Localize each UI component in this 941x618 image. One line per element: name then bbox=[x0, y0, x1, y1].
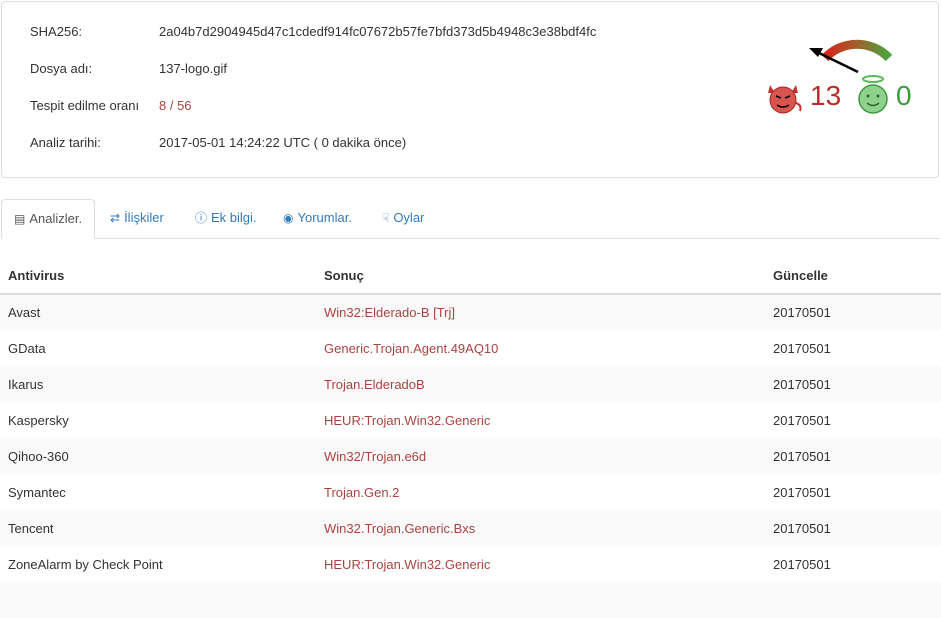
table-row: GData Generic.Trojan.Agent.49AQ10 201705… bbox=[0, 330, 941, 366]
antivirus-name: GData bbox=[8, 340, 46, 356]
table-row: Ikarus Trojan.ElderadoB 20170501 bbox=[0, 366, 941, 402]
tab-label: Analizler. bbox=[29, 211, 83, 226]
tab-analizler[interactable]: ▤ Analizler. bbox=[1, 199, 96, 239]
update-date: 20170501 bbox=[773, 556, 831, 572]
col-update: Güncelle bbox=[765, 257, 941, 295]
detection-result: Win32.Trojan.Generic.Bxs bbox=[316, 510, 765, 546]
update-date: 20170501 bbox=[773, 340, 831, 356]
analysis-date-value: 2017-05-01 14:24:22 UTC ( 0 dakika önce) bbox=[159, 135, 407, 150]
detection-result: Win32/Trojan.e6d bbox=[316, 438, 765, 474]
table-row bbox=[0, 582, 941, 618]
detection-result: HEUR:Trojan.Win32.Generic bbox=[324, 556, 491, 572]
col-antivirus: Antivirus bbox=[0, 257, 316, 295]
tab-label: Oylar bbox=[393, 210, 425, 225]
table-row: Tencent Win32.Trojan.Generic.Bxs 2017050… bbox=[0, 510, 941, 546]
filename-value: 137-logo.gif bbox=[159, 61, 227, 76]
av-results-table: Antivirus Sonuç Güncelle Avast Win32:Eld… bbox=[0, 257, 941, 618]
update-date: 20170501 bbox=[765, 438, 941, 474]
detection-rate-label: Tespit edilme oranı bbox=[30, 98, 140, 113]
update-date: 20170501 bbox=[765, 294, 941, 330]
file-info-panel: SHA256: 2a04b7d2904945d47c1cdedf914fc076… bbox=[1, 1, 939, 178]
malicious-count: 13 bbox=[810, 80, 842, 111]
table-row: Kaspersky HEUR:Trojan.Win32.Generic 2017… bbox=[0, 402, 941, 438]
filename-label: Dosya adı: bbox=[30, 61, 93, 76]
sha256-label: SHA256: bbox=[30, 24, 83, 39]
tab-label: Yorumlar. bbox=[297, 210, 352, 225]
antivirus-name: Kaspersky bbox=[8, 412, 69, 428]
tab-label: İlişkiler bbox=[124, 210, 164, 225]
thumbs-down-icon: ☟ bbox=[382, 211, 390, 225]
detection-result: HEUR:Trojan.Win32.Generic bbox=[324, 412, 491, 428]
antivirus-name: Qihoo-360 bbox=[0, 438, 316, 474]
detection-result: Generic.Trojan.Agent.49AQ10 bbox=[324, 340, 499, 356]
antivirus-name: Avast bbox=[0, 294, 316, 330]
angel-face-icon bbox=[858, 75, 888, 114]
score-gauge: 13 0 bbox=[765, 32, 915, 117]
update-date: 20170501 bbox=[773, 484, 831, 500]
update-date: 20170501 bbox=[765, 510, 941, 546]
detection-result: Trojan.ElderadoB bbox=[316, 366, 765, 402]
update-date: 20170501 bbox=[765, 366, 941, 402]
col-result: Sonuç bbox=[316, 257, 765, 295]
tab-oylar[interactable]: ☟ Oylar bbox=[382, 199, 424, 237]
antivirus-name: Tencent bbox=[0, 510, 316, 546]
analysis-tabs: ▤ Analizler. ⇄ İlişkiler ⓘ Ek bilgi. ◉ Yorum… bbox=[1, 199, 940, 239]
antivirus-name: ZoneAlarm by Check Point bbox=[8, 556, 163, 572]
update-date: 20170501 bbox=[773, 412, 831, 428]
sha256-value: 2a04b7d2904945d47c1cdedf914fc07672b57fe7… bbox=[159, 24, 597, 39]
table-row: Qihoo-360 Win32/Trojan.e6d 20170501 bbox=[0, 438, 941, 474]
table-header-row: Antivirus Sonuç Güncelle bbox=[0, 257, 941, 295]
shuffle-icon: ⇄ bbox=[110, 211, 121, 225]
table-row: Avast Win32:Elderado-B [Trj] 20170501 bbox=[0, 294, 941, 330]
detection-rate-value: 8 / 56 bbox=[159, 98, 192, 113]
detection-result: Win32:Elderado-B [Trj] bbox=[316, 294, 765, 330]
harmless-count: 0 bbox=[896, 80, 912, 111]
tab-ek-bilgi[interactable]: ⓘ Ek bilgi. bbox=[195, 199, 257, 237]
detection-result: Trojan.Gen.2 bbox=[324, 484, 400, 500]
list-icon: ▤ bbox=[14, 212, 26, 226]
info-icon: ⓘ bbox=[195, 211, 208, 225]
tab-label: Ek bilgi. bbox=[211, 210, 257, 225]
tab-iliskiler[interactable]: ⇄ İlişkiler bbox=[110, 199, 164, 237]
antivirus-name: Symantec bbox=[8, 484, 66, 500]
table-row: Symantec Trojan.Gen.2 20170501 bbox=[0, 474, 941, 510]
devil-face-icon bbox=[768, 85, 802, 114]
tab-yorumlar[interactable]: ◉ Yorumlar. bbox=[283, 199, 352, 237]
antivirus-name: Ikarus bbox=[0, 366, 316, 402]
comment-icon: ◉ bbox=[283, 211, 294, 225]
table-row: ZoneAlarm by Check Point HEUR:Trojan.Win… bbox=[0, 546, 941, 582]
analysis-date-label: Analiz tarihi: bbox=[30, 135, 101, 150]
